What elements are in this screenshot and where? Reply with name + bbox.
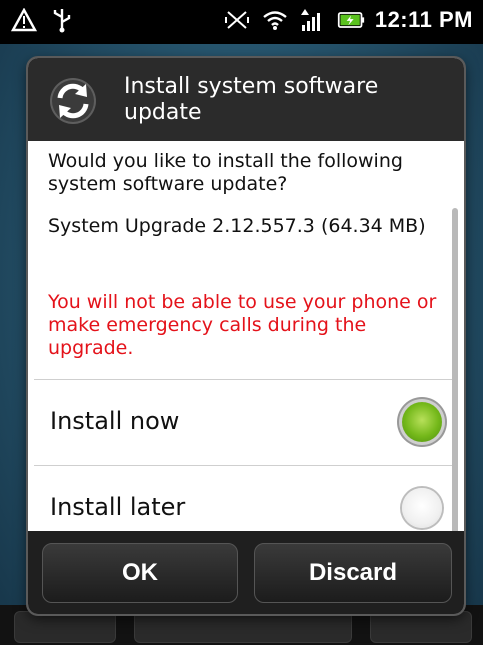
dock-button-phone: [134, 611, 352, 643]
status-bar-right: 12:11 PM: [223, 6, 473, 34]
option-install-now[interactable]: Install now: [28, 381, 464, 465]
dialog-body: Would you like to install the following …: [28, 141, 464, 531]
update-package-info: System Upgrade 2.12.557.3 (64.34 MB): [48, 215, 426, 237]
divider: [34, 379, 454, 380]
option-install-later-label: Install later: [50, 493, 186, 521]
discard-button[interactable]: Discard: [254, 543, 452, 603]
dialog-button-bar: OK Discard: [28, 531, 464, 614]
install-update-dialog: Install system software update Would you…: [28, 58, 464, 614]
dialog-scrollbar[interactable]: [452, 208, 458, 538]
install-now-radio[interactable]: [402, 402, 442, 442]
status-bar-left: [10, 6, 76, 34]
install-later-radio[interactable]: [402, 488, 442, 528]
dock-button-left: [14, 611, 116, 643]
usb-icon: [48, 6, 76, 34]
dialog-title: Install system software update: [124, 74, 379, 125]
update-question: Would you like to install the following …: [48, 150, 403, 195]
option-install-now-label: Install now: [50, 407, 180, 435]
emergency-warning: You will not be able to use your phone o…: [48, 291, 437, 359]
vibrate-icon: [223, 6, 251, 34]
phone-screen: 12:11 PM Install system software update: [0, 0, 483, 645]
battery-charging-icon: [337, 6, 365, 34]
status-bar: 12:11 PM: [0, 0, 483, 44]
dialog-header: Install system software update: [28, 58, 464, 143]
ok-button[interactable]: OK: [42, 543, 238, 603]
dock-button-right: [370, 611, 472, 643]
status-clock: 12:11 PM: [374, 7, 473, 32]
warning-icon: [10, 6, 38, 34]
divider: [34, 465, 454, 466]
wifi-icon: [261, 6, 289, 34]
sync-icon: [48, 76, 98, 126]
signal-icon: [299, 6, 327, 34]
